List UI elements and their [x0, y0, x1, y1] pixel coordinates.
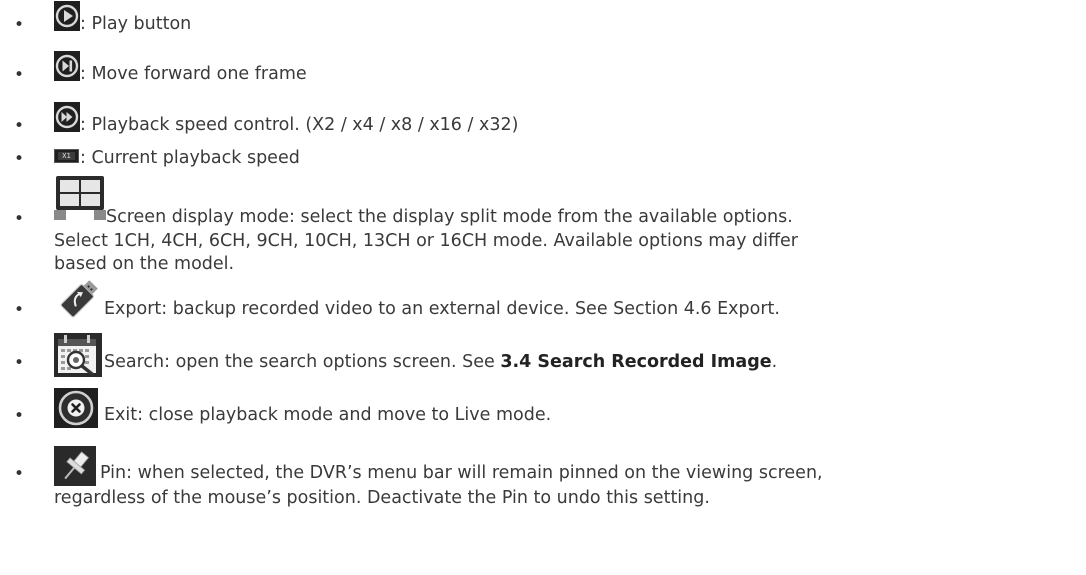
bullet: •: [14, 65, 25, 85]
fast-forward-circle-icon: [54, 102, 80, 132]
item-text-line: Screen display mode: select the display …: [106, 207, 793, 227]
item-text: Export: backup recorded video to an exte…: [104, 299, 780, 319]
bullet: •: [14, 15, 25, 35]
item-text: : Playback speed control. (X2 / x4 / x8 …: [80, 115, 519, 135]
item-text: Exit: close playback mode and move to Li…: [104, 405, 552, 425]
pin-icon: [54, 446, 96, 486]
speed-badge-icon: X1: [54, 149, 79, 163]
list-item-exit: • Exit: close playback mode and move to …: [0, 388, 1086, 434]
split-screen-icon: [54, 176, 106, 220]
item-text-line: based on the model.: [54, 254, 235, 274]
bullet: •: [14, 209, 25, 229]
list-item-search: • Search: open the search options screen…: [0, 333, 1086, 381]
item-text-line: Select 1CH, 4CH, 6CH, 9CH, 10CH, 13CH or…: [54, 231, 798, 251]
item-text: : Move forward one frame: [80, 64, 307, 84]
bullet: •: [14, 353, 25, 373]
list-item-current-speed: • X1 : Current playback speed: [0, 142, 1086, 172]
close-circle-icon: [54, 388, 98, 428]
bullet: •: [14, 464, 25, 484]
bullet: •: [14, 116, 25, 136]
document-page: • : Play button • : Move forward one fra…: [0, 0, 1086, 575]
item-text-before: Search: open the search options screen. …: [104, 352, 501, 372]
list-item-play: • : Play button: [0, 0, 1086, 40]
list-item-export: • Export: backup recorded video to an ex…: [0, 279, 1086, 329]
list-item-display-mode: • Screen display mode: select the displa…: [0, 176, 1086, 276]
speed-badge-label: X1: [58, 152, 75, 160]
section-reference-link[interactable]: 3.4 Search Recorded Image: [500, 352, 771, 372]
item-text-line: Pin: when selected, the DVR’s menu bar w…: [100, 463, 823, 483]
calendar-search-icon: [54, 333, 102, 377]
item-text: Search: open the search options screen. …: [104, 351, 777, 374]
play-circle-icon: [54, 1, 80, 31]
bullet: •: [14, 406, 25, 426]
item-text: : Play button: [80, 14, 192, 34]
list-item-speed-control: • : Playback speed control. (X2 / x4 / x…: [0, 102, 1086, 142]
item-text: : Current playback speed: [80, 148, 300, 168]
list-item-pin: • Pin: when selected, the DVR’s menu bar…: [0, 446, 1086, 526]
item-text-after: .: [771, 352, 778, 372]
item-text-line: regardless of the mouse’s position. Deac…: [54, 488, 710, 508]
step-forward-circle-icon: [54, 51, 80, 81]
bullet: •: [14, 300, 25, 320]
list-item-frame-forward: • : Move forward one frame: [0, 51, 1086, 91]
usb-export-icon: [54, 279, 102, 321]
bullet: •: [14, 149, 25, 169]
